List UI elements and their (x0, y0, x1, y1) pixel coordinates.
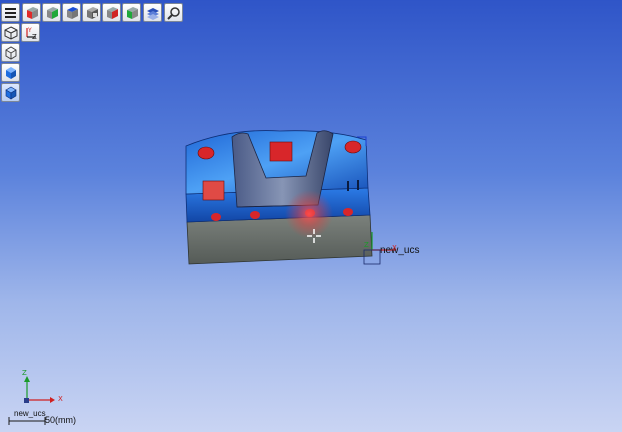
scale-bar (8, 417, 46, 425)
model-z-axis-label: Z (364, 241, 369, 249)
corner-x-axis-label: X (58, 395, 63, 403)
pick-highlight (285, 190, 333, 238)
corner-z-axis-label: Z (22, 369, 27, 377)
corner-ucs-triad (24, 376, 55, 403)
hole-feature (197, 146, 215, 160)
square-pad-feature (202, 180, 225, 201)
hole-feature (344, 140, 362, 154)
part-base-face (186, 214, 373, 265)
mold-part-model[interactable] (185, 130, 373, 265)
hole-feature (343, 208, 353, 216)
corner-ucs-label: new_ucs (14, 409, 46, 418)
model-x-axis-label: X (392, 244, 397, 252)
square-pad-feature (269, 141, 293, 162)
hole-feature (250, 211, 260, 219)
model-ucs-label: new_ucs (380, 245, 420, 256)
scale-label: 50(mm) (45, 415, 76, 425)
model-viewport[interactable] (0, 0, 622, 432)
hole-feature (211, 213, 221, 221)
